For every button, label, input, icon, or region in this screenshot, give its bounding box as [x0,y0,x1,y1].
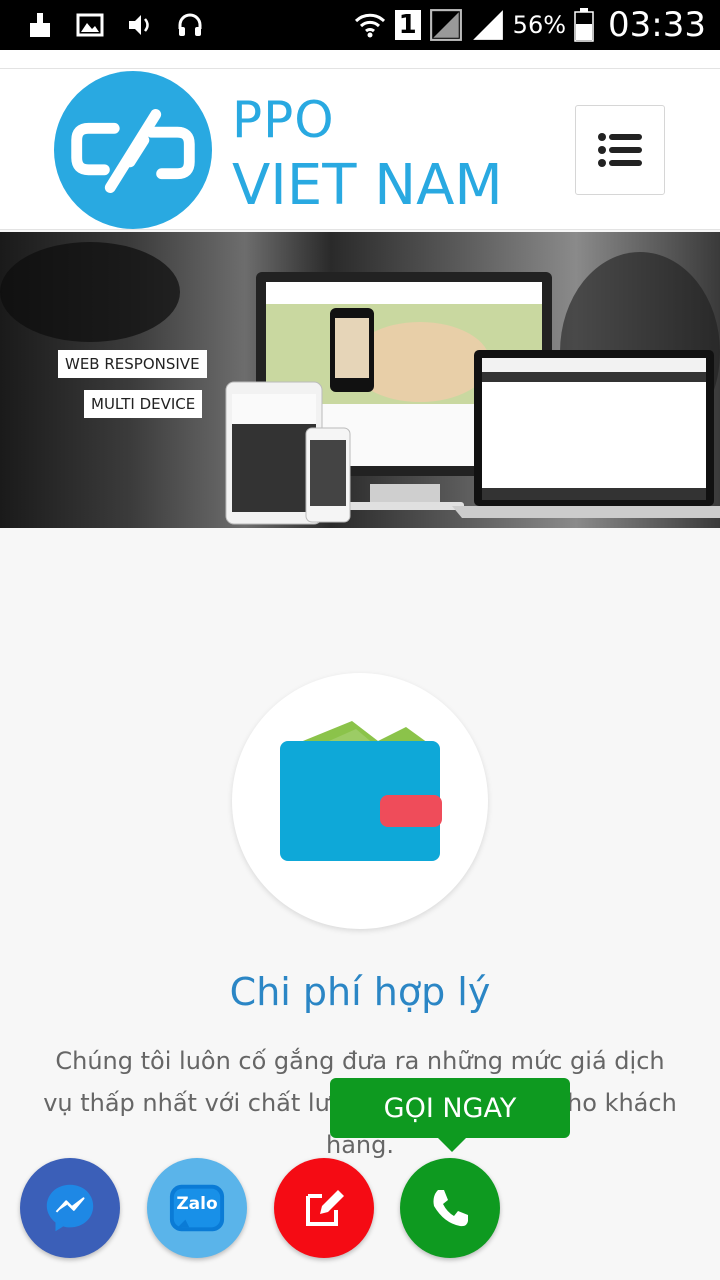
logo-line2: VIET NAM [232,153,503,218]
battery-icon [574,8,594,42]
call-button[interactable] [400,1158,500,1258]
cleaner-icon [30,13,50,37]
spacer [0,50,720,70]
edit-icon [306,1190,344,1226]
feature-title: Chi phí hợp lý [229,970,491,1014]
clock: 03:33 [608,5,706,45]
messenger-icon [46,1184,94,1232]
zalo-label: Zalo [176,1194,218,1214]
headphones-icon [178,13,202,36]
sim-icon [429,9,462,41]
wallet-icon [280,721,442,861]
sim-number: 1 [394,10,421,40]
logo[interactable]: PPO VIET NAM [52,69,532,231]
feature-icon-circle [232,673,488,929]
signal-icon [472,10,503,40]
volume-icon [129,15,149,35]
phone-icon [433,1190,468,1227]
banner-tag-web-responsive: WEB RESPONSIVE [58,350,207,378]
wifi-icon [354,13,385,38]
image-icon [76,13,104,37]
menu-button[interactable] [575,105,665,195]
status-bar: 1 56% 03:33 [0,0,720,50]
messenger-button[interactable] [20,1158,120,1258]
hero-banner: WEB RESPONSIVE MULTI DEVICE [0,232,720,528]
battery-percent: 56% [512,11,567,39]
call-now-tooltip[interactable]: GỌI NGAY [330,1078,570,1152]
zalo-button[interactable]: Zalo [147,1158,247,1258]
logo-line1: PPO [232,91,335,149]
logo-mark-icon [53,71,213,230]
contact-form-button[interactable] [274,1158,374,1258]
devices-illustration [0,242,720,525]
hamburger-menu-icon [598,133,642,167]
site-header: PPO VIET NAM [0,68,720,230]
banner-tag-multi-device: MULTI DEVICE [84,390,203,418]
